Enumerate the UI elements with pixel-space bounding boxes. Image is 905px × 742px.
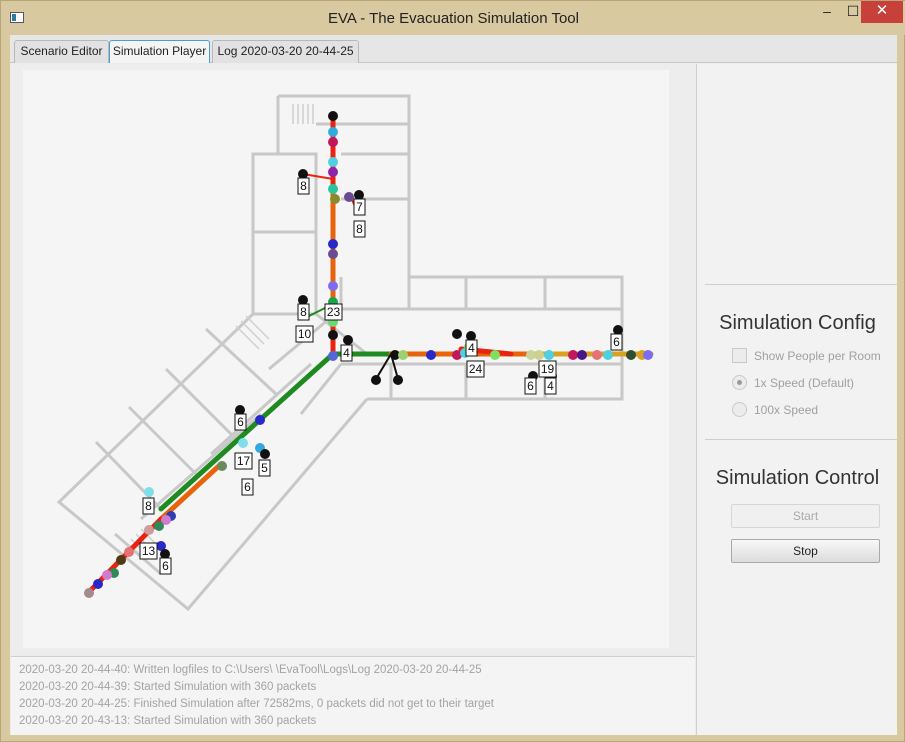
room-count-label: 4	[340, 344, 353, 362]
room-count-label: 17	[234, 452, 253, 470]
stop-button[interactable]: Stop	[731, 539, 880, 563]
svg-text:8: 8	[145, 499, 152, 513]
close-button[interactable]: ✕	[861, 1, 903, 23]
svg-text:6: 6	[527, 379, 534, 393]
start-button[interactable]: Start	[731, 504, 880, 528]
radio-button[interactable]	[732, 402, 747, 417]
room-count-label: 19	[538, 360, 557, 378]
room-count-label: 8	[142, 497, 155, 515]
title-bar: EVA - The Evacuation Simulation Tool – ☐…	[1, 1, 905, 35]
svg-text:8: 8	[300, 305, 307, 319]
speed-1x-label: 1x Speed (Default)	[754, 376, 855, 390]
room-count-label: 8	[297, 177, 310, 195]
tab-bar: Scenario Editor Simulation Player Log 20…	[10, 35, 897, 63]
svg-text:8: 8	[300, 179, 307, 193]
room-count-label: 4	[544, 377, 557, 395]
svg-text:4: 4	[468, 341, 475, 355]
room-count-label: 6	[610, 333, 623, 351]
radio-button[interactable]	[732, 375, 747, 390]
window-title: EVA - The Evacuation Simulation Tool	[328, 10, 579, 27]
svg-text:6: 6	[244, 480, 251, 494]
speed-100x-label: 100x Speed	[754, 403, 819, 417]
room-count-label: 5	[258, 459, 271, 477]
svg-text:6: 6	[237, 415, 244, 429]
svg-text:10: 10	[298, 327, 312, 341]
svg-text:24: 24	[469, 362, 483, 376]
svg-text:6: 6	[162, 559, 169, 573]
room-count-label: 6	[241, 478, 254, 496]
svg-text:17: 17	[237, 454, 251, 468]
svg-text:8: 8	[356, 222, 363, 236]
divider	[705, 439, 898, 440]
svg-text:7: 7	[356, 200, 363, 214]
room-count-label: 6	[159, 557, 172, 575]
room-count-label: 13	[139, 542, 158, 560]
room-count-label: 8	[297, 303, 310, 321]
svg-text:4: 4	[547, 379, 554, 393]
log-line: 2020-03-20 20-44-25: Finished Simulation…	[19, 698, 494, 710]
svg-text:19: 19	[541, 362, 555, 376]
room-count-label: 8	[353, 220, 366, 238]
simulation-control-title: Simulation Control	[715, 467, 880, 489]
svg-text:6: 6	[613, 335, 620, 349]
tab-log[interactable]: Log 2020-03-20 20-44-25	[212, 40, 359, 63]
svg-text:5: 5	[261, 461, 268, 475]
simulation-config-title: Simulation Config	[719, 312, 876, 334]
room-count-label: 7	[353, 198, 366, 216]
tab-scenario-editor[interactable]: Scenario Editor	[14, 40, 109, 63]
simulation-canvas[interactable]: 8 7 8 8 23 10 4 4 24 19 6 4 6 6 17 5 6 8 13 6	[11, 64, 695, 654]
room-count-label: 4	[465, 339, 478, 357]
log-panel: 2020-03-20 20-44-40: Written logfiles to…	[11, 656, 695, 735]
tab-simulation-player[interactable]: Simulation Player	[109, 40, 210, 63]
log-line: 2020-03-20 20-43-13: Started Simulation …	[19, 715, 317, 727]
log-line: 2020-03-20 20-44-40: Written logfiles to…	[19, 664, 482, 676]
floorplan: 8788 23104 424 196 46617 568136	[23, 70, 669, 648]
show-people-label: Show People per Room	[754, 349, 881, 363]
svg-text:23: 23	[327, 305, 341, 319]
log-line: 2020-03-20 20-44-39: Started Simulation …	[19, 681, 317, 693]
app-window: EVA - The Evacuation Simulation Tool – ☐…	[0, 0, 905, 742]
svg-text:4: 4	[343, 346, 350, 360]
room-count-label: 10	[295, 325, 314, 343]
room-count-label: 23	[324, 303, 343, 321]
svg-text:13: 13	[142, 544, 156, 558]
room-count-label: 6	[234, 413, 247, 431]
checkbox-box[interactable]	[732, 348, 747, 363]
room-count-label: 6	[524, 377, 537, 395]
client-area: Scenario Editor Simulation Player Log 20…	[10, 35, 898, 735]
divider	[705, 284, 898, 285]
room-count-label: 24	[466, 360, 485, 378]
minimize-button[interactable]: –	[813, 1, 841, 23]
control-panel: Simulation Config Show People per Room 1…	[696, 64, 898, 735]
